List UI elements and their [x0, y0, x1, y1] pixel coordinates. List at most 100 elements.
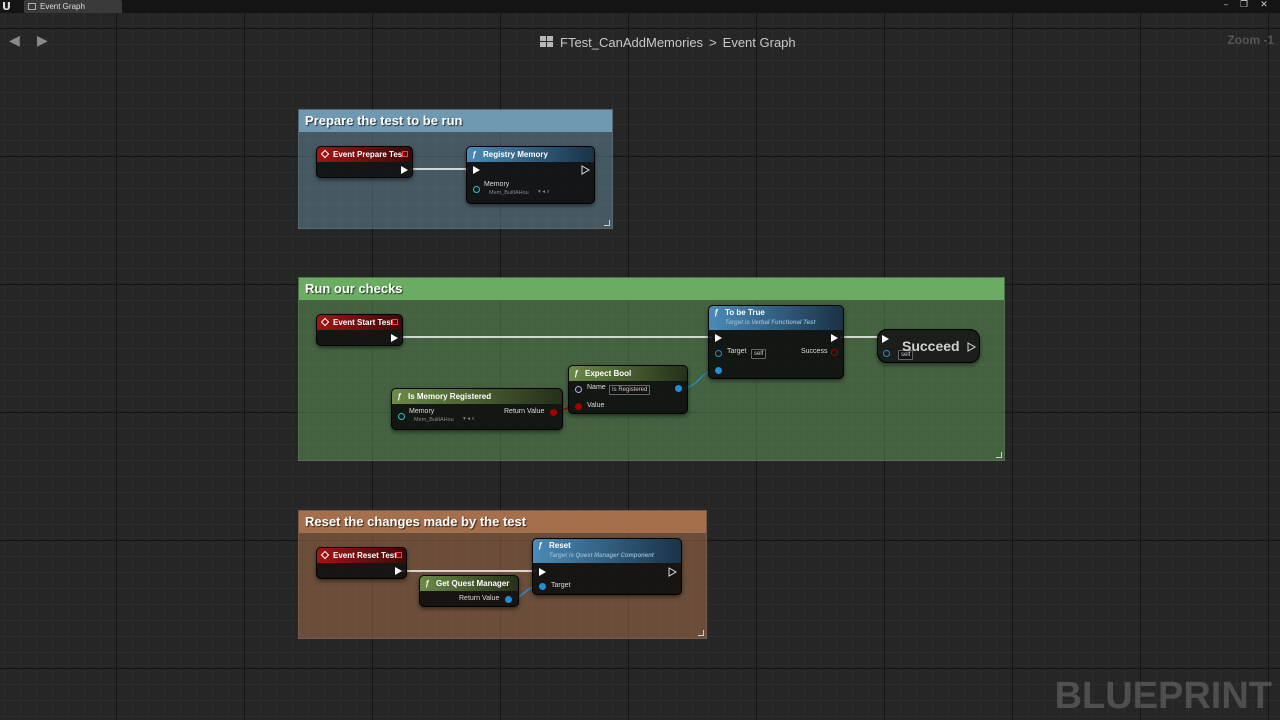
comment-title[interactable]: Reset the changes made by the test	[299, 511, 706, 533]
node-header: Event Reset Test	[317, 548, 406, 563]
resize-handle[interactable]	[604, 220, 610, 226]
breadcrumb-graph[interactable]: Event Graph	[723, 35, 796, 50]
target-pin[interactable]	[715, 350, 722, 357]
blueprint-grid-icon	[540, 36, 554, 48]
node-event-start-test[interactable]: Event Start Test	[316, 314, 403, 346]
zoom-label: Zoom -1	[1227, 33, 1274, 47]
return-value-label: Return Value	[459, 595, 500, 602]
breadcrumb: FTest_CanAddMemories > Event Graph	[540, 33, 796, 51]
tab-event-graph[interactable]: Event Graph	[24, 0, 122, 13]
exec-out-pin[interactable]	[395, 567, 402, 575]
exec-in-pin[interactable]	[473, 166, 480, 174]
target-pin[interactable]	[539, 583, 546, 590]
graph-canvas[interactable]: ◀ ▶ FTest_CanAddMemories > Event Graph Z…	[0, 13, 1280, 720]
exec-out-pin[interactable]	[967, 342, 976, 352]
comment-title[interactable]: Run our checks	[299, 278, 1004, 300]
node-get-quest-manager[interactable]: ƒ Get Quest Manager Return Value	[419, 575, 519, 607]
memory-pin[interactable]	[398, 413, 405, 420]
blueprint-watermark: BLUEPRINT	[1054, 675, 1272, 717]
node-header: ƒ To be True Target is Verbal Functional…	[709, 306, 843, 330]
graph-tab-icon	[28, 3, 36, 10]
exec-out-pin[interactable]	[391, 334, 398, 342]
target-self-value[interactable]: self	[751, 349, 767, 359]
exec-out-pin[interactable]	[668, 567, 677, 577]
node-header: ƒ Registry Memory	[467, 147, 594, 162]
name-pin-label: Name	[587, 384, 606, 391]
node-header: Event Start Test	[317, 315, 402, 330]
return-value-pin[interactable]	[505, 596, 512, 603]
node-event-prepare-test[interactable]: Event Prepare Test	[316, 146, 413, 178]
exec-in-pin[interactable]	[882, 335, 889, 343]
exec-in-pin[interactable]	[539, 568, 546, 576]
node-header: ƒ Expect Bool	[569, 366, 687, 381]
success-pin-label: Success	[801, 348, 828, 355]
exec-in-pin[interactable]	[715, 334, 722, 342]
extra-object-pin[interactable]	[715, 367, 722, 374]
delegate-pin-icon[interactable]	[402, 151, 408, 157]
function-icon: ƒ	[714, 308, 719, 317]
node-is-memory-registered[interactable]: ƒ Is Memory Registered Memory Mem_BuiltA…	[391, 388, 563, 430]
target-pin-label: Target	[551, 582, 571, 589]
node-title: Succeed	[902, 338, 960, 354]
memory-pin-label: Memory	[484, 181, 510, 188]
maximize-button[interactable]: ❐	[1236, 0, 1252, 12]
function-icon: ƒ	[574, 369, 579, 378]
value-pin[interactable]	[575, 403, 582, 410]
target-pin-label: Target	[727, 348, 747, 355]
memory-pin-label: Memory	[409, 408, 435, 415]
asset-browse-icons[interactable]: ▾ ◂ ⌕	[463, 416, 475, 423]
node-title: Is Memory Registered	[408, 392, 492, 401]
name-pin[interactable]	[575, 386, 582, 393]
expect-bool-output-pin[interactable]	[675, 385, 682, 392]
memory-asset-dropdown[interactable]: Mem_BuiltAHou	[489, 190, 529, 196]
resize-handle[interactable]	[996, 452, 1002, 458]
function-icon: ƒ	[538, 541, 543, 550]
delegate-pin-icon[interactable]	[392, 319, 398, 325]
delegate-pin-icon[interactable]	[396, 552, 402, 558]
node-title: Registry Memory	[483, 150, 548, 159]
node-title: Event Reset Test	[333, 551, 397, 560]
node-expect-bool[interactable]: ƒ Expect Bool Name Is Registered Value	[568, 365, 688, 414]
forward-arrow-icon[interactable]: ▶	[37, 33, 48, 49]
event-icon	[320, 550, 330, 560]
node-succeed[interactable]: self Succeed	[877, 329, 980, 363]
node-to-be-true[interactable]: ƒ To be True Target is Verbal Functional…	[708, 305, 844, 379]
node-title: Event Prepare Test	[333, 150, 405, 159]
function-icon: ƒ	[425, 579, 430, 588]
function-icon: ƒ	[472, 150, 477, 159]
unreal-logo-icon: U	[2, 0, 11, 13]
node-reset[interactable]: ƒ Reset Target is Quest Manager Componen…	[532, 538, 682, 595]
back-arrow-icon[interactable]: ◀	[9, 33, 20, 49]
node-subtitle: Target is Verbal Functional Test	[725, 320, 816, 326]
breadcrumb-separator: >	[709, 34, 717, 50]
return-value-pin[interactable]	[550, 409, 557, 416]
close-button[interactable]: ✕	[1256, 0, 1272, 12]
title-bar: U Event Graph – ❐ ✕	[0, 0, 1280, 13]
asset-browse-icons[interactable]: ▾ ◂ ⌕	[538, 189, 550, 196]
minimize-button[interactable]: –	[1218, 0, 1234, 12]
node-registry-memory[interactable]: ƒ Registry Memory Memory Mem_BuiltAHou ▾…	[466, 146, 595, 204]
node-header: ƒ Is Memory Registered	[392, 389, 562, 404]
breadcrumb-blueprint[interactable]: FTest_CanAddMemories	[560, 35, 703, 50]
event-icon	[320, 317, 330, 327]
exec-out-pin[interactable]	[581, 165, 590, 175]
node-title: Get Quest Manager	[436, 579, 510, 588]
node-header: ƒ Reset Target is Quest Manager Componen…	[533, 539, 681, 563]
exec-out-pin[interactable]	[401, 166, 408, 174]
resize-handle[interactable]	[698, 630, 704, 636]
target-pin[interactable]	[883, 350, 890, 357]
node-title: Expect Bool	[585, 369, 632, 378]
event-icon	[320, 149, 330, 159]
name-input[interactable]: Is Registered	[609, 385, 651, 395]
value-pin-label: Value	[587, 402, 605, 409]
success-pin[interactable]	[831, 349, 838, 356]
comment-title[interactable]: Prepare the test to be run	[299, 110, 612, 132]
node-header: Event Prepare Test	[317, 147, 412, 162]
node-header: ƒ Get Quest Manager	[420, 576, 518, 591]
tab-label: Event Graph	[40, 2, 85, 11]
memory-asset-dropdown[interactable]: Mem_BuiltAHou	[414, 417, 454, 423]
exec-out-pin[interactable]	[831, 334, 838, 342]
memory-pin[interactable]	[473, 186, 480, 193]
node-event-reset-test[interactable]: Event Reset Test	[316, 547, 407, 579]
return-value-label: Return Value	[504, 408, 545, 415]
